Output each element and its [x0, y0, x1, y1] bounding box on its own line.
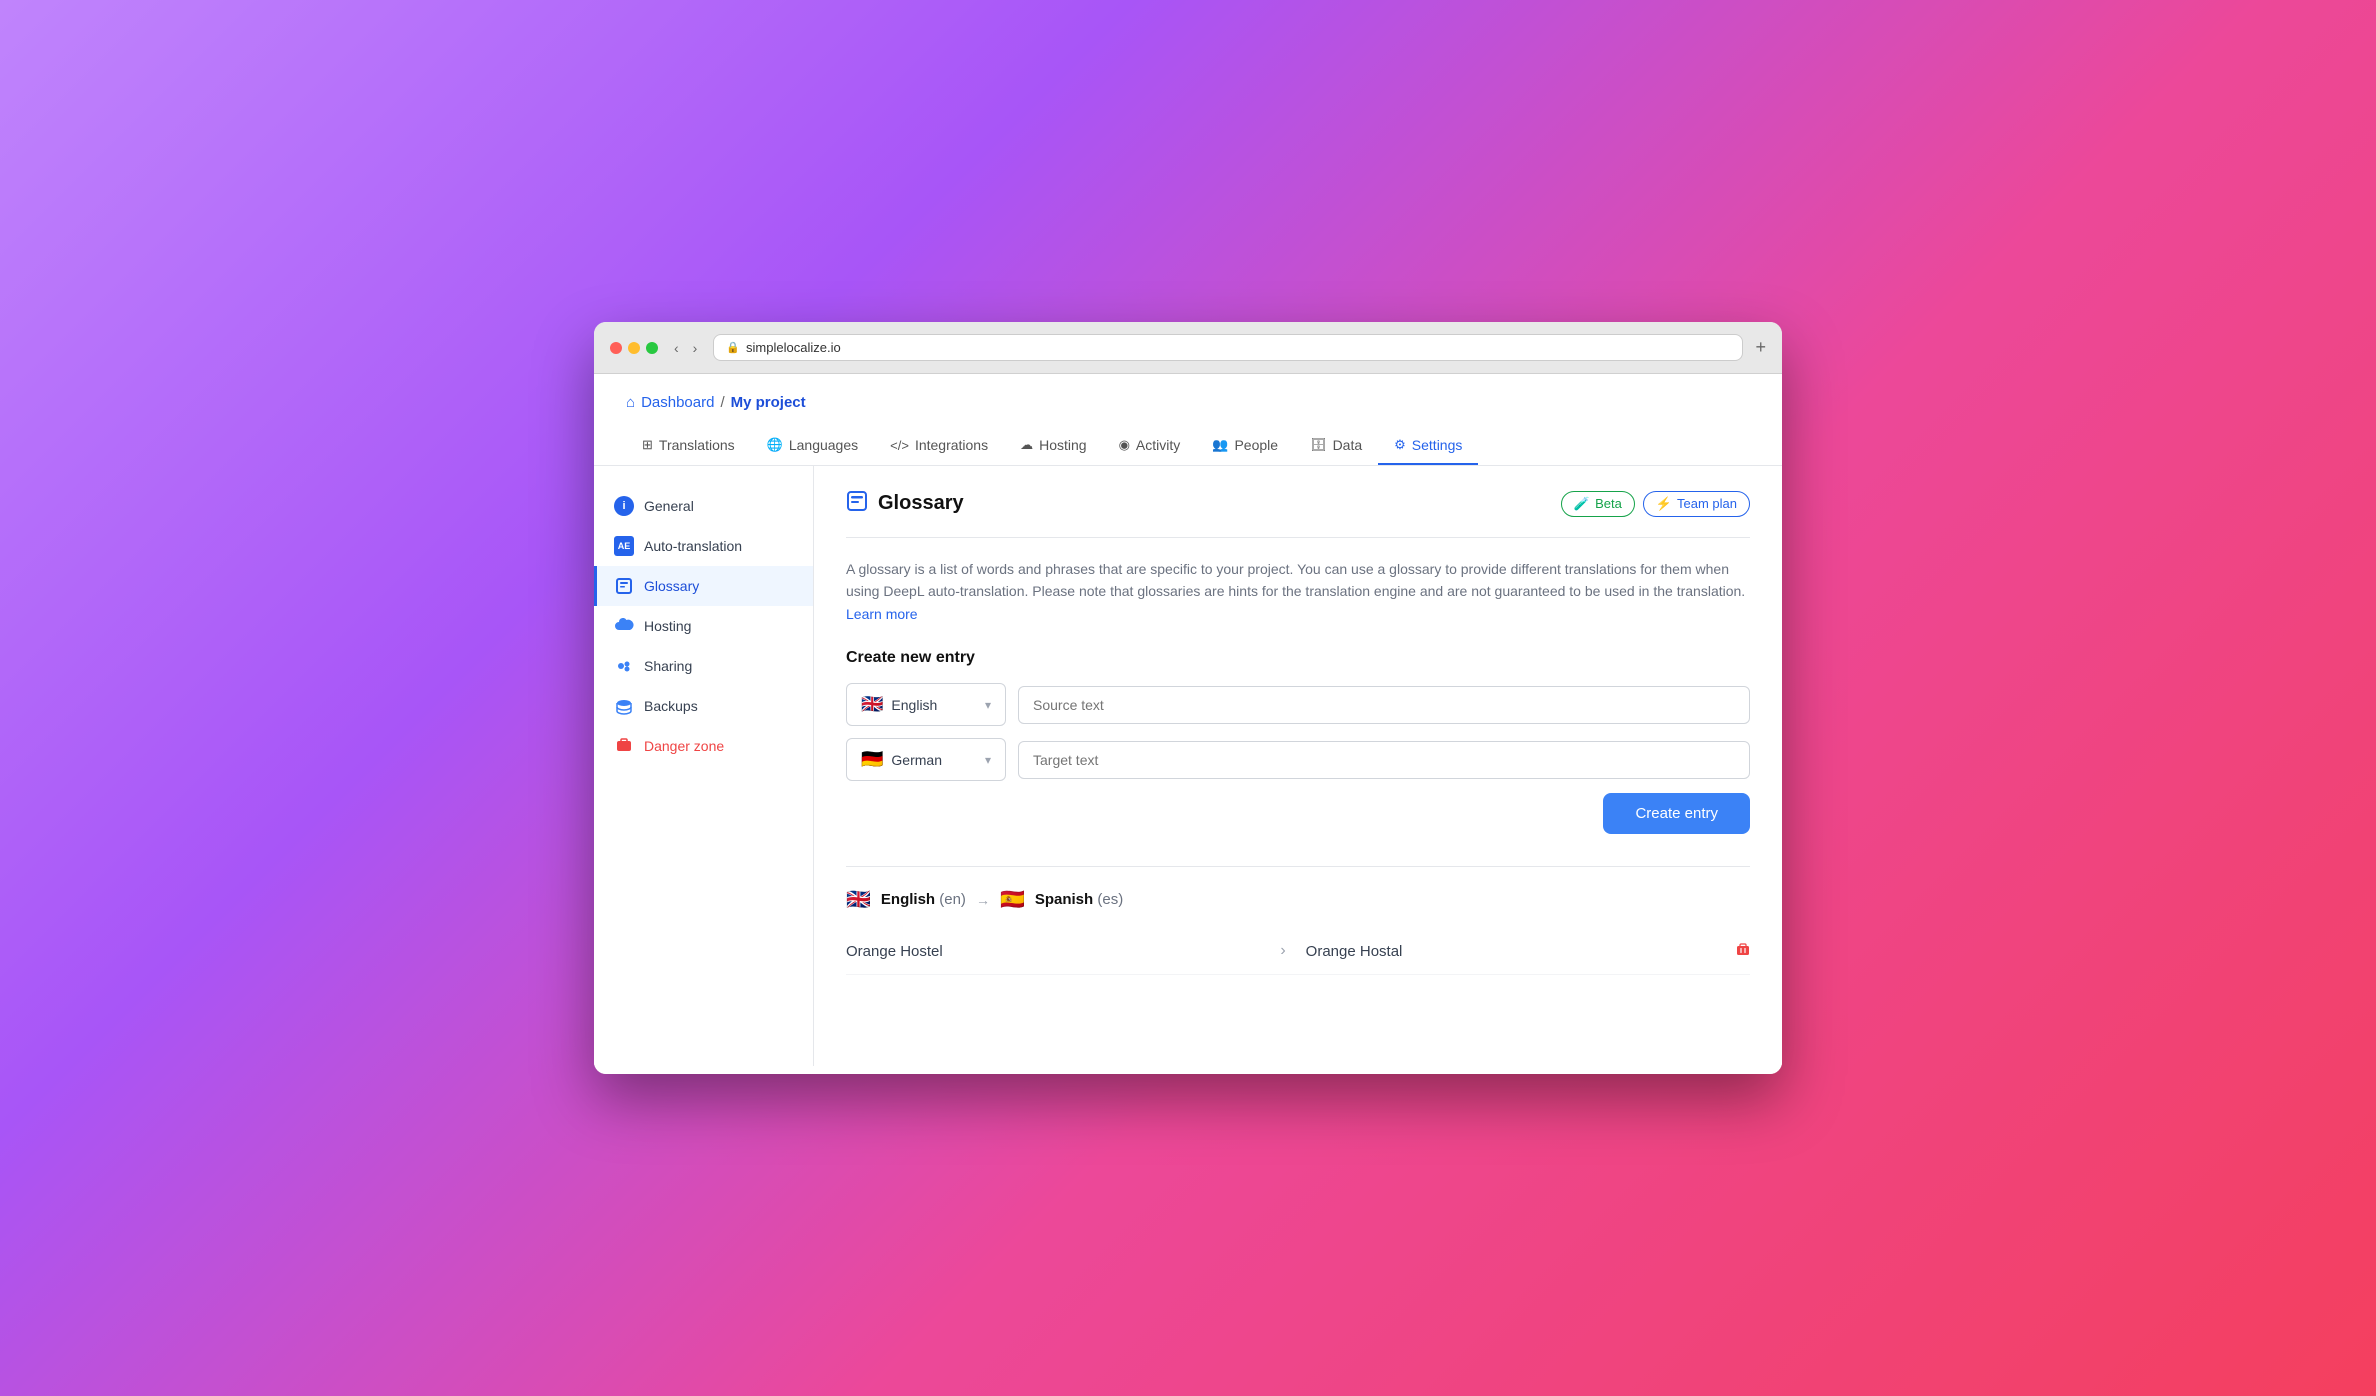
- translations-icon: ⊞: [642, 437, 653, 453]
- sidebar-item-danger-zone[interactable]: Danger zone: [594, 726, 813, 766]
- entry-target-text: Orange Hostal: [1306, 943, 1720, 960]
- data-icon: 🗄: [1310, 437, 1327, 453]
- target-row: 🇩🇪 German ▾: [846, 738, 1750, 781]
- learn-more-link[interactable]: Learn more: [846, 606, 918, 622]
- lightning-icon: ⚡: [1656, 496, 1672, 512]
- source-row: 🇬🇧 English ▾: [846, 683, 1750, 726]
- entry-target-lang: Spanish (es): [1035, 891, 1123, 908]
- glossary-description: A glossary is a list of words and phrase…: [846, 558, 1750, 625]
- browser-chrome: ‹ › 🔒 simplelocalize.io +: [594, 322, 1782, 374]
- nav-tabs: ⊞ Translations 🌐 Languages </> Integrati…: [626, 427, 1750, 465]
- content-area: Glossary 🧪 Beta ⚡ Team plan: [814, 466, 1782, 1066]
- entry-target-code: (es): [1097, 891, 1123, 908]
- target-chevron-icon: ▾: [985, 753, 991, 767]
- source-text-input[interactable]: [1018, 686, 1750, 724]
- settings-icon: ⚙: [1394, 437, 1406, 453]
- tab-data[interactable]: 🗄 Data: [1294, 427, 1378, 465]
- fullscreen-button[interactable]: [646, 342, 658, 354]
- beta-badge: 🧪 Beta: [1561, 491, 1635, 517]
- integrations-icon: </>: [890, 438, 909, 453]
- target-text-input[interactable]: [1018, 741, 1750, 779]
- sidebar-item-auto-translation[interactable]: AE Auto-translation: [594, 526, 813, 566]
- badges: 🧪 Beta ⚡ Team plan: [1561, 491, 1750, 517]
- delete-entry-button[interactable]: [1736, 943, 1750, 960]
- danger-icon: [614, 736, 634, 756]
- sidebar-item-sharing[interactable]: Sharing: [594, 646, 813, 686]
- source-chevron-icon: ▾: [985, 698, 991, 712]
- source-flag: 🇬🇧: [861, 694, 883, 715]
- sidebar-item-backups[interactable]: Backups: [594, 686, 813, 726]
- info-icon: i: [614, 496, 634, 516]
- tab-hosting[interactable]: ☁ Hosting: [1004, 427, 1102, 465]
- breadcrumb-project[interactable]: My project: [731, 394, 806, 411]
- people-icon: 👥: [1212, 437, 1228, 453]
- nav-arrows: ‹ ›: [670, 338, 701, 358]
- auto-translation-icon: AE: [614, 536, 634, 556]
- close-button[interactable]: [610, 342, 622, 354]
- sharing-icon: [614, 656, 634, 676]
- glossary-icon: [614, 576, 634, 596]
- glossary-entries: 🇬🇧 English (en) → 🇪🇸 Spanish (es) Orange…: [846, 866, 1750, 975]
- forward-button[interactable]: ›: [689, 338, 702, 358]
- address-bar[interactable]: 🔒 simplelocalize.io: [713, 334, 1743, 361]
- tab-languages[interactable]: 🌐 Languages: [751, 427, 874, 465]
- back-button[interactable]: ‹: [670, 338, 683, 358]
- new-tab-button[interactable]: +: [1755, 337, 1766, 358]
- tab-people[interactable]: 👥 People: [1196, 427, 1294, 465]
- create-section-title: Create new entry: [846, 649, 1750, 667]
- source-language-label: English: [891, 697, 937, 713]
- lock-icon: 🔒: [726, 341, 740, 354]
- table-row: Orange Hostel › Orange Hostal: [846, 928, 1750, 975]
- form-actions: Create entry: [846, 793, 1750, 834]
- sidebar: i General AE Auto-translation G: [594, 466, 814, 1066]
- cloud-icon: [614, 616, 634, 636]
- glossary-title-icon: [846, 490, 868, 517]
- top-nav: ⌂ Dashboard / My project ⊞ Translations …: [594, 374, 1782, 466]
- breadcrumb-separator: /: [720, 394, 724, 411]
- traffic-lights: [610, 342, 658, 354]
- team-plan-badge[interactable]: ⚡ Team plan: [1643, 491, 1750, 517]
- main-layout: i General AE Auto-translation G: [594, 466, 1782, 1066]
- entry-source-text: Orange Hostel: [846, 943, 1260, 960]
- activity-icon: ◉: [1119, 437, 1130, 453]
- entry-source-lang: English (en): [881, 891, 966, 908]
- tab-settings[interactable]: ⚙ Settings: [1378, 427, 1478, 465]
- tab-activity[interactable]: ◉ Activity: [1103, 427, 1197, 465]
- tab-integrations[interactable]: </> Integrations: [874, 427, 1004, 465]
- app-content: ⌂ Dashboard / My project ⊞ Translations …: [594, 374, 1782, 1074]
- languages-icon: 🌐: [767, 437, 783, 453]
- home-icon: ⌂: [626, 394, 635, 411]
- browser-window: ‹ › 🔒 simplelocalize.io + ⌂ Dashboard / …: [594, 322, 1782, 1074]
- minimize-button[interactable]: [628, 342, 640, 354]
- url-text: simplelocalize.io: [746, 340, 841, 355]
- backups-icon: [614, 696, 634, 716]
- language-pair-header: 🇬🇧 English (en) → 🇪🇸 Spanish (es): [846, 887, 1750, 912]
- create-entry-button[interactable]: Create entry: [1603, 793, 1750, 834]
- hosting-icon: ☁: [1020, 437, 1033, 453]
- sidebar-item-hosting[interactable]: Hosting: [594, 606, 813, 646]
- breadcrumb: ⌂ Dashboard / My project: [626, 394, 1750, 411]
- glossary-title: Glossary: [846, 490, 964, 517]
- sidebar-item-general[interactable]: i General: [594, 486, 813, 526]
- breadcrumb-dashboard[interactable]: Dashboard: [641, 394, 714, 411]
- glossary-header: Glossary 🧪 Beta ⚡ Team plan: [846, 490, 1750, 538]
- entry-target-flag: 🇪🇸: [1000, 887, 1025, 912]
- entry-arrow-icon: ›: [1280, 942, 1285, 960]
- pair-arrow-icon: →: [976, 892, 990, 908]
- entry-source-flag: 🇬🇧: [846, 887, 871, 912]
- beta-icon: 🧪: [1574, 496, 1590, 512]
- entry-source-code: (en): [939, 891, 966, 908]
- target-language-label: German: [891, 752, 942, 768]
- source-language-select[interactable]: 🇬🇧 English ▾: [846, 683, 1006, 726]
- sidebar-item-glossary[interactable]: Glossary: [594, 566, 813, 606]
- tab-translations[interactable]: ⊞ Translations: [626, 427, 751, 465]
- target-flag: 🇩🇪: [861, 749, 883, 770]
- target-language-select[interactable]: 🇩🇪 German ▾: [846, 738, 1006, 781]
